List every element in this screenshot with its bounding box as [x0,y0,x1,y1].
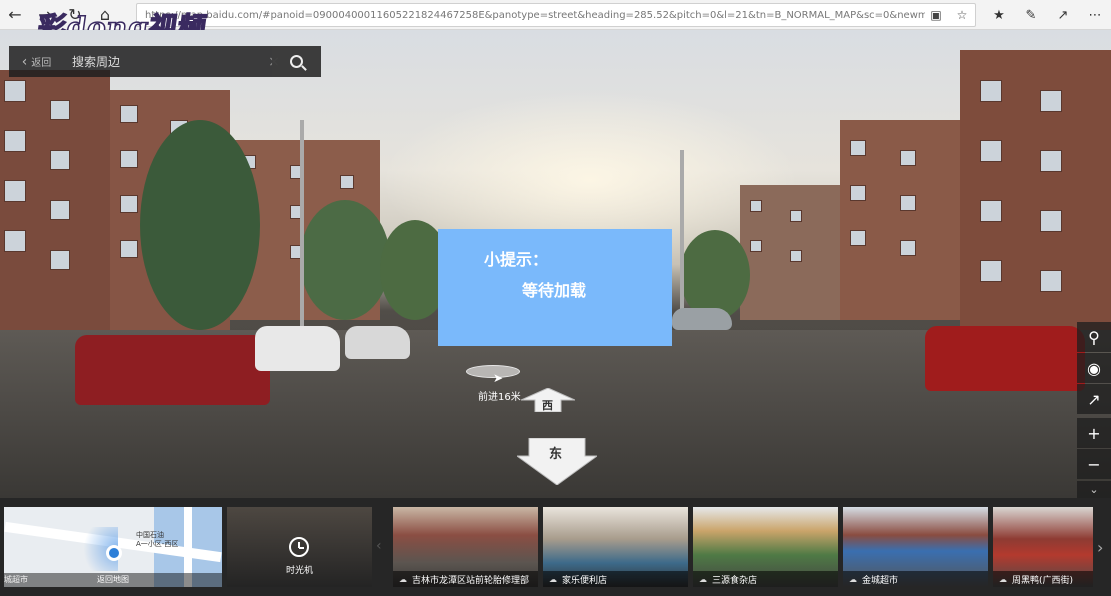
time-machine-label: 时光机 [285,566,313,576]
left-building [0,70,110,360]
camera-icon[interactable]: ◉ [1077,353,1111,383]
thumbnail-strip: 中国石油 A一小区-西区 城超市 返回地图 时光机 ‹ ☁ 吉林市龙潭区站前轮胎… [0,498,1111,596]
thumbnail-label: 三源食杂店 [712,575,758,586]
red-car [75,335,270,405]
favorite-star-icon[interactable]: ☆ [953,6,971,24]
pen-icon[interactable]: ✎ [1015,0,1047,30]
chevron-right-icon[interactable]: › [1097,538,1103,557]
panorama-icon: ☁ [699,574,707,584]
white-car [255,326,340,371]
nearby-thumbnail[interactable]: ☁ 周黑鸭(广西街) [993,507,1093,587]
thumbnail-label: 吉林市龙潭区站前轮胎修理部 [412,575,530,586]
zoom-out-icon[interactable]: − [1077,449,1111,479]
search-icon[interactable]: ⚲ [1077,322,1111,352]
tree [680,230,750,320]
search-icon [290,55,303,68]
screen: ← → ↻ ⌂ https://map.baidu.com/#panoid=09… [0,0,1111,596]
chevron-left-icon: ‹ [21,53,28,70]
nearby-thumbnail[interactable]: ☁ 三源食杂店 [693,507,838,587]
location-marker-icon [106,545,122,561]
clock-icon [289,537,309,557]
back-button[interactable]: ‹ 返回 [9,46,64,77]
back-arrow-icon[interactable]: ← [0,0,30,30]
address-bar[interactable]: https://map.baidu.com/#panoid=0900040001… [136,3,976,27]
back-button-label: 返回 [31,58,52,69]
grey-van [672,308,732,330]
right-building-far [740,185,840,320]
nearby-thumbnail[interactable]: ☁ 家乐便利店 [543,507,688,587]
tip-message: 等待加载 [522,281,587,300]
chevron-down-icon[interactable]: ⌄ [1077,481,1111,498]
nearby-thumbnail[interactable]: ☁ 吉林市龙潭区站前轮胎修理部 [393,507,538,587]
reading-view-icon[interactable]: ▣ [927,6,945,24]
minimap[interactable]: 中国石油 A一小区-西区 城超市 返回地图 [4,507,222,587]
search-button[interactable] [272,46,321,77]
forward-direction-label: 西 [542,399,553,412]
thumbnail-label: 金城超市 [862,575,899,586]
panorama-icon: ☁ [549,574,557,584]
panorama-icon: ☁ [999,574,1007,584]
zoom-in-icon[interactable]: + [1077,418,1111,448]
address-url[interactable]: https://map.baidu.com/#panoid=0900040001… [145,10,925,21]
tip-overlay: 小提示： 等待加载 [438,229,672,346]
panorama-icon: ☁ [399,574,407,584]
nearby-thumbnail[interactable]: ☁ 金城超市 [843,507,988,587]
minimap-corner-label: 城超市 [4,575,28,584]
thumbnail-label: 周黑鸭(广西街) [1012,575,1074,586]
white-car [345,326,410,359]
share-icon[interactable]: ↗ [1077,384,1111,414]
back-to-map-button[interactable]: 返回地图 [97,574,129,585]
red-car [925,326,1085,391]
tree [140,120,260,330]
search-nearby-input[interactable] [64,46,264,77]
right-building-mid [840,120,960,320]
street-lamp [680,150,684,330]
mouse-cursor-icon: ➤ [493,371,504,385]
tip-title: 小提示： [484,250,549,269]
share-icon[interactable]: ↗ [1047,0,1079,30]
step-distance-label: 前进16米 [478,392,521,403]
right-building-near [960,50,1111,340]
time-machine-button[interactable]: 时光机 [227,507,372,587]
tree [300,200,390,320]
search-panel: ‹ 返回 × [9,46,321,77]
favorites-icon[interactable]: ★ [983,0,1015,30]
panorama-icon: ☁ [849,574,857,584]
minimap-place-label: A一小区-西区 [136,540,179,548]
chevron-left-icon[interactable]: ‹ [376,538,382,554]
thumbnail-label: 家乐便利店 [562,575,608,586]
backward-direction-label: 东 [549,447,563,462]
more-icon[interactable]: ⋯ [1079,0,1111,30]
minimap-place-label: 中国石油 [136,531,164,539]
browser-right-tools: ★ ✎ ↗ ⋯ [983,0,1111,30]
street-lamp [300,120,304,330]
